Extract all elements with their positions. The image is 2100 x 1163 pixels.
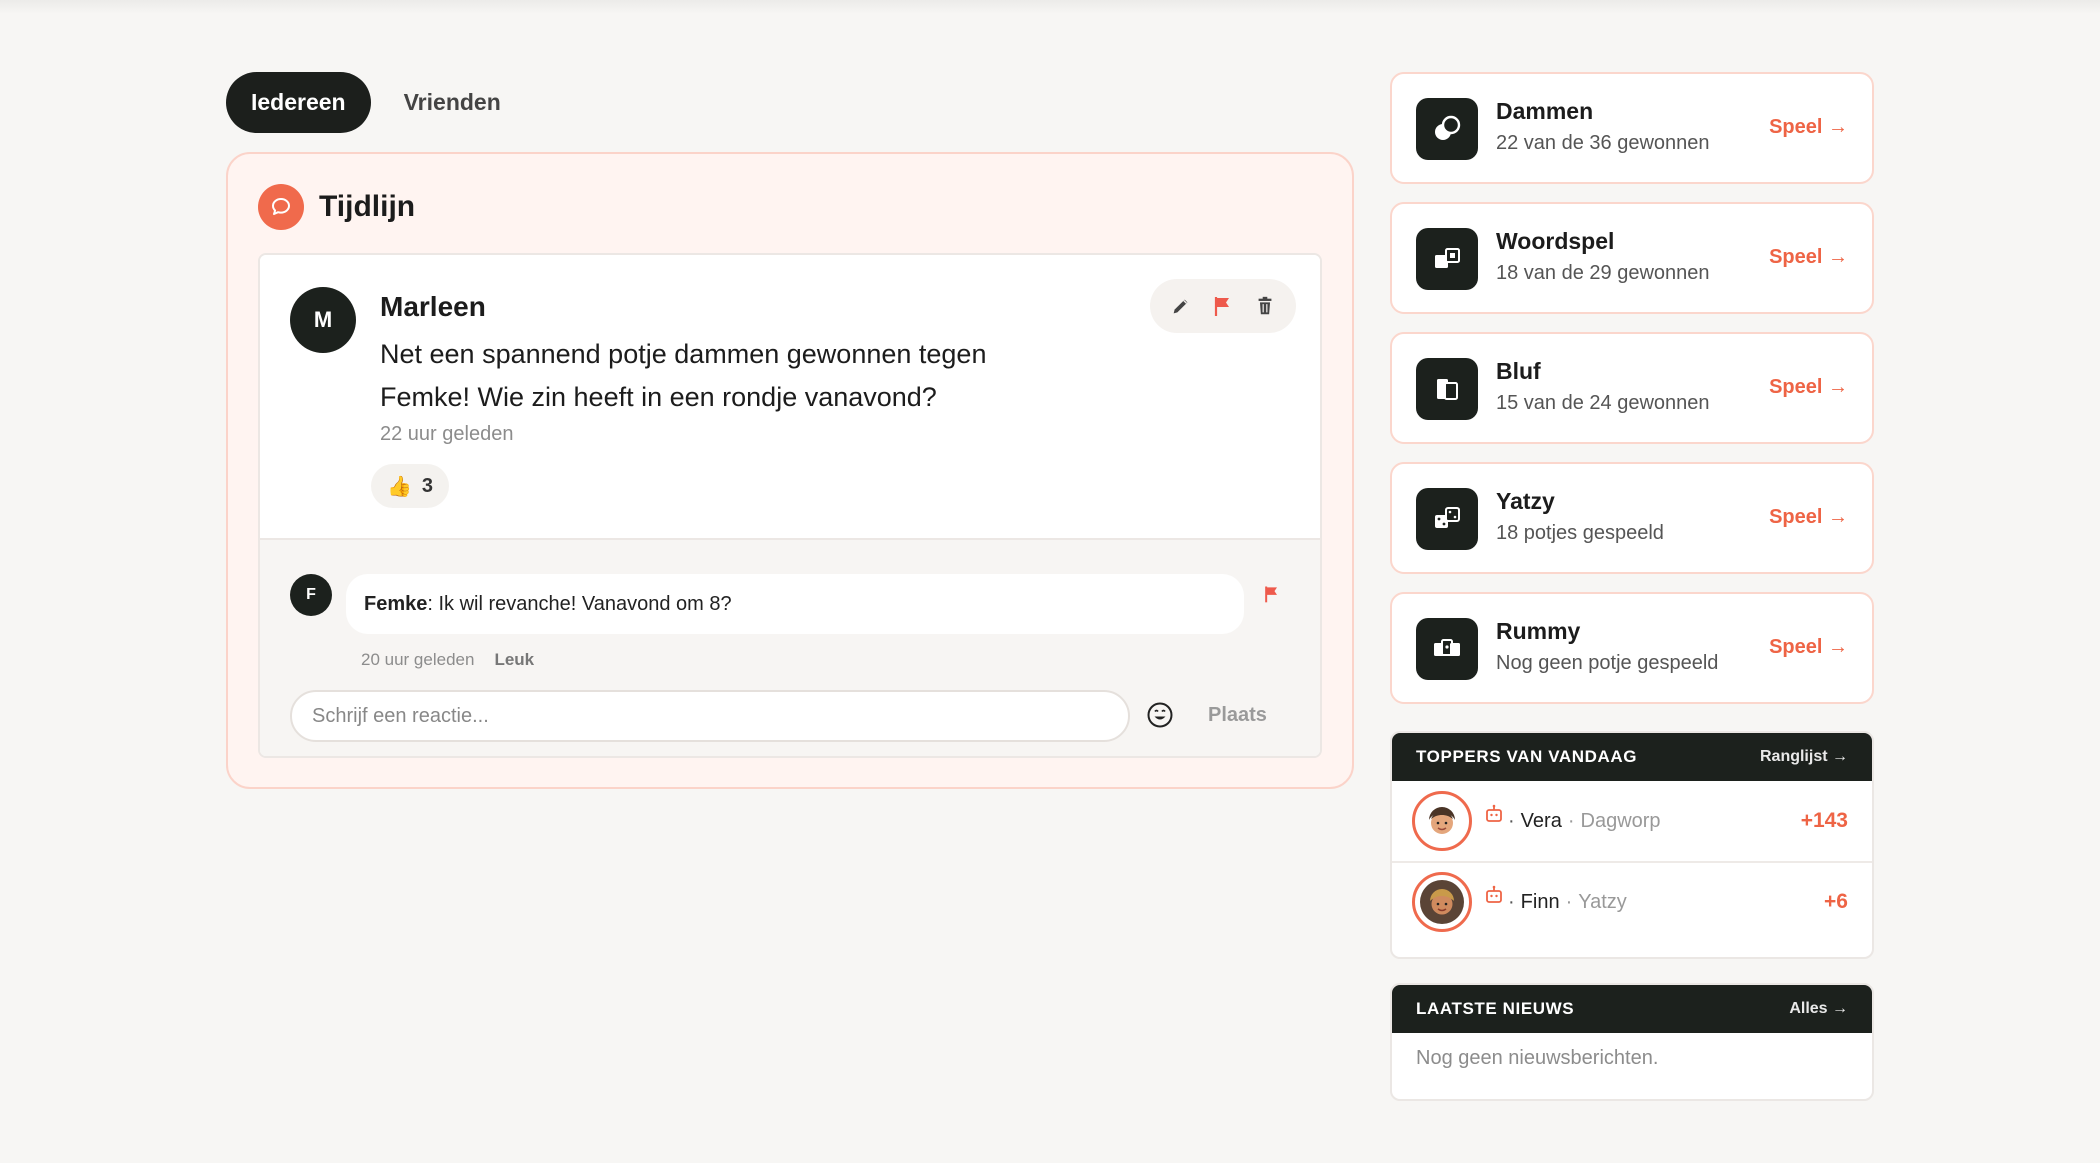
comment-avatar[interactable]: F xyxy=(290,574,332,616)
play-button[interactable]: Speel → xyxy=(1769,506,1848,529)
topper-info: · Vera · Dagworp xyxy=(1508,810,1661,833)
rummy-tiles-icon xyxy=(1416,618,1478,680)
like-button[interactable]: 👍 3 xyxy=(371,464,450,508)
topper-score: +6 xyxy=(1824,890,1848,913)
post-reply-button[interactable]: Plaats xyxy=(1208,704,1267,727)
toppers-panel: TOPPERS VAN VANDAAG Ranglijst → · Vera ·… xyxy=(1390,731,1874,959)
topper-name: Finn xyxy=(1520,890,1560,913)
comment-like-link[interactable]: Leuk xyxy=(494,650,534,670)
game-name: Rummy xyxy=(1496,618,1581,644)
game-stats: 18 van de 29 gewonnen xyxy=(1496,262,1710,284)
post-actions xyxy=(1150,279,1296,333)
game-card-dammen[interactable]: Dammen 22 van de 36 gewonnen Speel → xyxy=(1390,72,1874,184)
comment-text: Ik wil revanche! Vanavond om 8? xyxy=(432,592,732,615)
robot-icon xyxy=(1486,804,1502,822)
checkers-icon xyxy=(1416,98,1478,160)
cards-icon xyxy=(1416,358,1478,420)
game-card-woordspel[interactable]: Woordspel 18 van de 29 gewonnen Speel → xyxy=(1390,202,1874,314)
topper-game: Dagworp xyxy=(1580,809,1661,832)
leaderboard-link[interactable]: Ranglijst → xyxy=(1760,748,1848,766)
comment-bubble: Femke: Ik wil revanche! Vanavond om 8? xyxy=(346,574,1244,634)
game-name: Woordspel xyxy=(1496,228,1615,254)
play-button[interactable]: Speel → xyxy=(1769,116,1848,139)
all-news-link[interactable]: Alles → xyxy=(1789,1000,1848,1018)
news-empty-text: Nog geen nieuwsberichten. xyxy=(1416,1047,1659,1069)
topper-game: Yatzy xyxy=(1578,890,1627,913)
topper-row[interactable]: · Vera · Dagworp +143 xyxy=(1392,781,1872,861)
comment-report-button[interactable] xyxy=(1262,584,1282,609)
timeline-title: Tijdlijn xyxy=(319,190,416,223)
post-text-line: Femke! Wie zin heeft in een rondje vanav… xyxy=(380,382,937,412)
comment-timestamp: 20 uur geleden xyxy=(361,650,475,669)
post-main: M Marleen Net een spannend potje dammen … xyxy=(260,255,1320,538)
play-button[interactable]: Speel → xyxy=(1769,376,1848,399)
report-button[interactable] xyxy=(1208,291,1238,321)
like-count: 3 xyxy=(421,474,434,497)
avatar xyxy=(1412,872,1472,932)
chat-bubble-icon xyxy=(258,184,304,230)
topper-score: +143 xyxy=(1800,809,1848,832)
word-tiles-icon xyxy=(1416,228,1478,290)
avatar[interactable]: M xyxy=(290,287,356,353)
comment-author[interactable]: Femke xyxy=(364,593,427,616)
robot-icon xyxy=(1486,885,1502,903)
game-name: Bluf xyxy=(1496,358,1541,384)
game-stats: Nog geen potje gespeeld xyxy=(1496,652,1719,674)
separator-dot: · xyxy=(1565,890,1573,913)
game-stats: 22 van de 36 gewonnen xyxy=(1496,132,1710,154)
separator-dot: · xyxy=(1508,890,1515,913)
avatar xyxy=(1412,791,1472,851)
edit-button[interactable] xyxy=(1166,291,1196,321)
trash-icon xyxy=(1258,296,1272,315)
tab-vrienden[interactable]: Vrienden xyxy=(371,72,526,133)
news-header: LAATSTE NIEUWS Alles → xyxy=(1392,985,1872,1033)
top-shadow xyxy=(0,0,2100,14)
flag-icon xyxy=(1265,586,1277,603)
topper-name: Vera xyxy=(1520,809,1562,832)
game-card-bluf[interactable]: Bluf 15 van de 24 gewonnen Speel → xyxy=(1390,332,1874,444)
dice-icon xyxy=(1416,488,1478,550)
thumbs-up-icon: 👍 xyxy=(387,475,412,498)
play-button[interactable]: Speel → xyxy=(1769,636,1848,659)
toppers-title: TOPPERS VAN VANDAAG xyxy=(1416,747,1638,766)
emoji-button[interactable] xyxy=(1146,701,1174,729)
separator-dot: · xyxy=(1508,809,1515,832)
smiley-icon xyxy=(1147,702,1173,728)
feed-tabs: Iedereen Vrienden xyxy=(226,72,526,133)
topper-info: · Finn · Yatzy xyxy=(1508,891,1627,914)
post-author[interactable]: Marleen xyxy=(380,291,486,323)
separator-dot: · xyxy=(1567,809,1575,832)
game-stats: 18 potjes gespeeld xyxy=(1496,522,1664,544)
game-card-rummy[interactable]: Rummy Nog geen potje gespeeld Speel → xyxy=(1390,592,1874,704)
tab-iedereen[interactable]: Iedereen xyxy=(226,72,371,133)
news-panel: LAATSTE NIEUWS Alles → Nog geen nieuwsbe… xyxy=(1390,983,1874,1101)
post-text: Net een spannend potje dammen gewonnen t… xyxy=(380,333,1080,419)
comment-meta: 20 uur geleden Leuk xyxy=(361,650,534,670)
post-timestamp: 22 uur geleden xyxy=(380,423,514,445)
delete-button[interactable] xyxy=(1250,291,1280,321)
game-stats: 15 van de 24 gewonnen xyxy=(1496,392,1710,414)
reply-input[interactable] xyxy=(290,690,1130,742)
flag-icon xyxy=(1214,297,1229,316)
game-name: Dammen xyxy=(1496,98,1594,124)
game-card-yatzy[interactable]: Yatzy 18 potjes gespeeld Speel → xyxy=(1390,462,1874,574)
pencil-icon xyxy=(1173,299,1188,314)
comments-section: F Femke: Ik wil revanche! Vanavond om 8?… xyxy=(260,538,1320,756)
timeline-header: Tijdlijn xyxy=(258,184,415,230)
toppers-header: TOPPERS VAN VANDAAG Ranglijst → xyxy=(1392,733,1872,781)
play-button[interactable]: Speel → xyxy=(1769,246,1848,269)
topper-row[interactable]: · Finn · Yatzy +6 xyxy=(1392,861,1872,941)
timeline-panel: Tijdlijn M Marleen Net een spannend potj… xyxy=(226,152,1354,789)
game-name: Yatzy xyxy=(1496,488,1555,514)
post-card: M Marleen Net een spannend potje dammen … xyxy=(258,253,1322,758)
post-text-line: Net een spannend potje dammen gewonnen t… xyxy=(380,339,987,369)
news-title: LAATSTE NIEUWS xyxy=(1416,999,1575,1018)
